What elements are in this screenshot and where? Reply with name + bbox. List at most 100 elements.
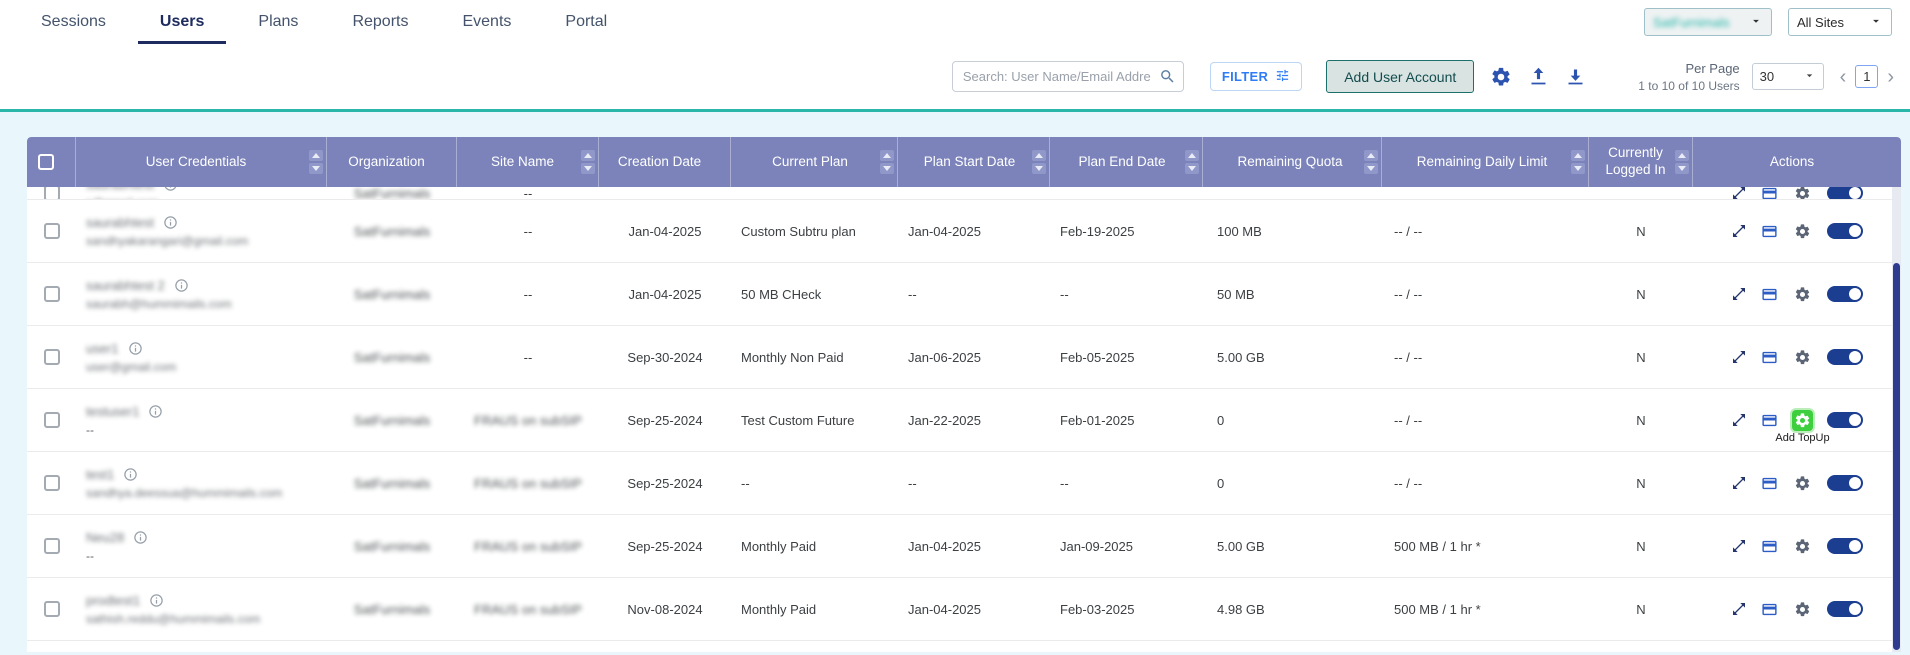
column-header-current-plan[interactable]: Current Plan xyxy=(731,137,898,187)
sort-asc-icon[interactable] xyxy=(1032,150,1046,161)
info-icon[interactable] xyxy=(163,187,178,192)
plan-card-icon[interactable] xyxy=(1761,223,1778,240)
column-header-user-credentials[interactable]: User Credentials xyxy=(76,137,327,187)
sort-asc-icon[interactable] xyxy=(1571,150,1585,161)
expand-icon[interactable] xyxy=(1731,475,1747,491)
sort-desc-icon[interactable] xyxy=(1571,163,1585,174)
status-toggle[interactable] xyxy=(1827,286,1863,302)
expand-icon[interactable] xyxy=(1731,286,1747,302)
plan-card-icon[interactable] xyxy=(1761,349,1778,366)
sort-asc-icon[interactable] xyxy=(581,150,595,161)
info-icon[interactable] xyxy=(148,404,163,419)
row-checkbox[interactable] xyxy=(44,538,60,554)
sort-arrows[interactable] xyxy=(880,150,894,174)
plan-card-icon[interactable] xyxy=(1761,412,1778,429)
tab-plans[interactable]: Plans xyxy=(231,0,325,44)
sort-asc-icon[interactable] xyxy=(880,150,894,161)
plan-card-icon[interactable] xyxy=(1761,538,1778,555)
row-checkbox[interactable] xyxy=(44,286,60,302)
column-header-organization[interactable]: Organization xyxy=(327,137,457,187)
next-page-button[interactable]: › xyxy=(1887,67,1894,87)
column-header-site-name[interactable]: Site Name xyxy=(457,137,599,187)
scrollbar-thumb[interactable] xyxy=(1893,263,1900,650)
tab-events[interactable]: Events xyxy=(435,0,538,44)
per-page-dropdown[interactable]: 30 xyxy=(1752,63,1824,90)
sort-arrows[interactable] xyxy=(309,150,323,174)
sites-dropdown[interactable]: All Sites xyxy=(1788,8,1892,36)
info-icon[interactable] xyxy=(174,278,189,293)
settings-icon[interactable]: Add TopUp xyxy=(1792,347,1813,368)
expand-icon[interactable] xyxy=(1731,223,1747,239)
tab-reports[interactable]: Reports xyxy=(325,0,435,44)
sort-arrows[interactable] xyxy=(1675,150,1689,174)
search-input[interactable] xyxy=(952,61,1184,92)
add-user-account-button[interactable]: Add User Account xyxy=(1326,60,1474,93)
settings-icon[interactable]: Add TopUp xyxy=(1792,187,1813,200)
tab-sessions[interactable]: Sessions xyxy=(14,0,133,44)
column-header-plan-start-date[interactable]: Plan Start Date xyxy=(898,137,1050,187)
info-icon[interactable] xyxy=(133,530,148,545)
info-icon[interactable] xyxy=(163,215,178,230)
download-icon[interactable] xyxy=(1565,66,1586,87)
settings-gear-icon[interactable] xyxy=(1490,66,1512,88)
status-toggle[interactable] xyxy=(1827,475,1863,491)
vertical-scrollbar[interactable] xyxy=(1892,187,1901,652)
settings-icon[interactable]: Add TopUp xyxy=(1792,536,1813,557)
column-header-creation-date[interactable]: Creation Date xyxy=(599,137,731,187)
sort-desc-icon[interactable] xyxy=(1364,163,1378,174)
expand-icon[interactable] xyxy=(1731,601,1747,617)
select-all-checkbox[interactable] xyxy=(38,154,54,170)
column-header-remaining-quota[interactable]: Remaining Quota xyxy=(1203,137,1382,187)
sort-desc-icon[interactable] xyxy=(581,163,595,174)
sort-arrows[interactable] xyxy=(1571,150,1585,174)
sort-arrows[interactable] xyxy=(1032,150,1046,174)
expand-icon[interactable] xyxy=(1731,187,1747,200)
plan-card-icon[interactable] xyxy=(1761,475,1778,492)
status-toggle[interactable] xyxy=(1827,538,1863,554)
prev-page-button[interactable]: ‹ xyxy=(1840,67,1847,87)
sort-desc-icon[interactable] xyxy=(1032,163,1046,174)
expand-icon[interactable] xyxy=(1731,412,1747,428)
sort-arrows[interactable] xyxy=(1185,150,1199,174)
status-toggle[interactable] xyxy=(1827,187,1863,200)
sort-arrows[interactable] xyxy=(1364,150,1378,174)
sort-asc-icon[interactable] xyxy=(1675,150,1689,161)
settings-icon[interactable]: Add TopUp xyxy=(1792,599,1813,620)
row-checkbox[interactable] xyxy=(44,601,60,617)
column-header-plan-end-date[interactable]: Plan End Date xyxy=(1050,137,1203,187)
plan-card-icon[interactable] xyxy=(1761,601,1778,618)
status-toggle[interactable] xyxy=(1827,223,1863,239)
settings-icon[interactable]: Add TopUp xyxy=(1792,221,1813,242)
row-checkbox[interactable] xyxy=(44,475,60,491)
row-checkbox[interactable] xyxy=(44,187,60,200)
search-icon[interactable] xyxy=(1159,68,1176,90)
settings-icon[interactable]: Add TopUp xyxy=(1792,473,1813,494)
info-icon[interactable] xyxy=(149,593,164,608)
info-icon[interactable] xyxy=(128,341,143,356)
tab-users[interactable]: Users xyxy=(133,0,231,44)
plan-card-icon[interactable] xyxy=(1761,187,1778,200)
expand-icon[interactable] xyxy=(1731,538,1747,554)
upload-icon[interactable] xyxy=(1528,66,1549,87)
status-toggle[interactable] xyxy=(1827,412,1863,428)
sort-asc-icon[interactable] xyxy=(1185,150,1199,161)
sort-desc-icon[interactable] xyxy=(880,163,894,174)
row-checkbox[interactable] xyxy=(44,412,60,428)
settings-icon[interactable]: Add TopUp xyxy=(1792,284,1813,305)
column-header-currently-logged-in[interactable]: Currently Logged In xyxy=(1589,137,1693,187)
sort-asc-icon[interactable] xyxy=(309,150,323,161)
row-checkbox[interactable] xyxy=(44,349,60,365)
status-toggle[interactable] xyxy=(1827,349,1863,365)
row-checkbox[interactable] xyxy=(44,223,60,239)
filter-button[interactable]: FILTER xyxy=(1210,62,1302,91)
plan-card-icon[interactable] xyxy=(1761,286,1778,303)
sort-desc-icon[interactable] xyxy=(1675,163,1689,174)
expand-icon[interactable] xyxy=(1731,349,1747,365)
account-dropdown[interactable]: SatFurnimals xyxy=(1644,8,1772,36)
current-page-number[interactable]: 1 xyxy=(1855,65,1878,88)
status-toggle[interactable] xyxy=(1827,601,1863,617)
sort-arrows[interactable] xyxy=(581,150,595,174)
column-header-remaining-daily-limit[interactable]: Remaining Daily Limit xyxy=(1382,137,1589,187)
sort-asc-icon[interactable] xyxy=(1364,150,1378,161)
sort-desc-icon[interactable] xyxy=(309,163,323,174)
